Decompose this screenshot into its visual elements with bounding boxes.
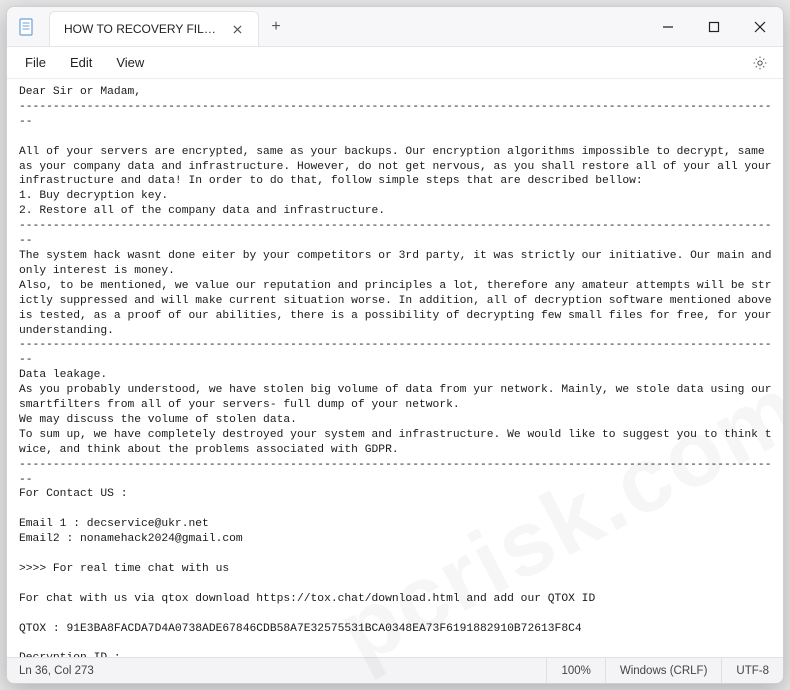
menu-edit[interactable]: Edit — [60, 51, 102, 74]
text-line: To sum up, we have completely destroyed … — [19, 429, 772, 456]
text-line: For chat with us via qtox download https… — [19, 593, 595, 605]
text-line: For Contact US : — [19, 488, 127, 500]
text-line: Email 1 : decservice@ukr.net — [19, 518, 209, 530]
text-line: All of your servers are encrypted, same … — [19, 146, 778, 188]
tab-title: HOW TO RECOVERY FILES.TXT — [64, 22, 220, 36]
maximize-button[interactable] — [691, 7, 737, 46]
text-separator: ----------------------------------------… — [19, 339, 772, 366]
minimize-button[interactable] — [645, 7, 691, 46]
text-line: QTOX : 91E3BA8FACDA7D4A0738ADE67846CDB58… — [19, 623, 582, 635]
notepad-window: HOW TO RECOVERY FILES.TXT + File Edit Vi… — [6, 6, 784, 684]
text-line: As you probably understood, we have stol… — [19, 384, 778, 411]
new-tab-button[interactable]: + — [259, 7, 293, 46]
editor-content[interactable]: Dear Sir or Madam, ---------------------… — [7, 79, 783, 657]
status-encoding[interactable]: UTF-8 — [721, 658, 783, 683]
text-line: >>>> For real time chat with us — [19, 563, 229, 575]
settings-button[interactable] — [745, 55, 775, 71]
text-separator: ----------------------------------------… — [19, 101, 772, 128]
close-window-button[interactable] — [737, 7, 783, 46]
text-line: We may discuss the volume of stolen data… — [19, 414, 297, 426]
text-line: The system hack wasnt done eiter by your… — [19, 250, 778, 277]
status-bar: Ln 36, Col 273 100% Windows (CRLF) UTF-8 — [7, 657, 783, 683]
status-line-ending[interactable]: Windows (CRLF) — [605, 658, 722, 683]
menu-view[interactable]: View — [106, 51, 154, 74]
menu-file[interactable]: File — [15, 51, 56, 74]
document-tab[interactable]: HOW TO RECOVERY FILES.TXT — [49, 11, 259, 46]
notepad-icon — [7, 7, 47, 46]
title-bar: HOW TO RECOVERY FILES.TXT + — [7, 7, 783, 47]
text-line: Data leakage. — [19, 369, 107, 381]
titlebar-spacer — [293, 7, 645, 46]
text-line: Also, to be mentioned, we value our repu… — [19, 280, 778, 337]
status-zoom[interactable]: 100% — [546, 658, 604, 683]
text-line: 2. Restore all of the company data and i… — [19, 205, 385, 217]
menu-bar: File Edit View — [7, 47, 783, 79]
tab-close-icon[interactable] — [230, 21, 244, 37]
text-line: Email2 : nonamehack2024@gmail.com — [19, 533, 243, 545]
text-line: 1. Buy decryption key. — [19, 190, 168, 202]
text-line: Dear Sir or Madam, — [19, 86, 141, 98]
status-cursor-position: Ln 36, Col 273 — [7, 665, 546, 677]
text-separator: ----------------------------------------… — [19, 459, 772, 486]
text-separator: ----------------------------------------… — [19, 220, 772, 247]
